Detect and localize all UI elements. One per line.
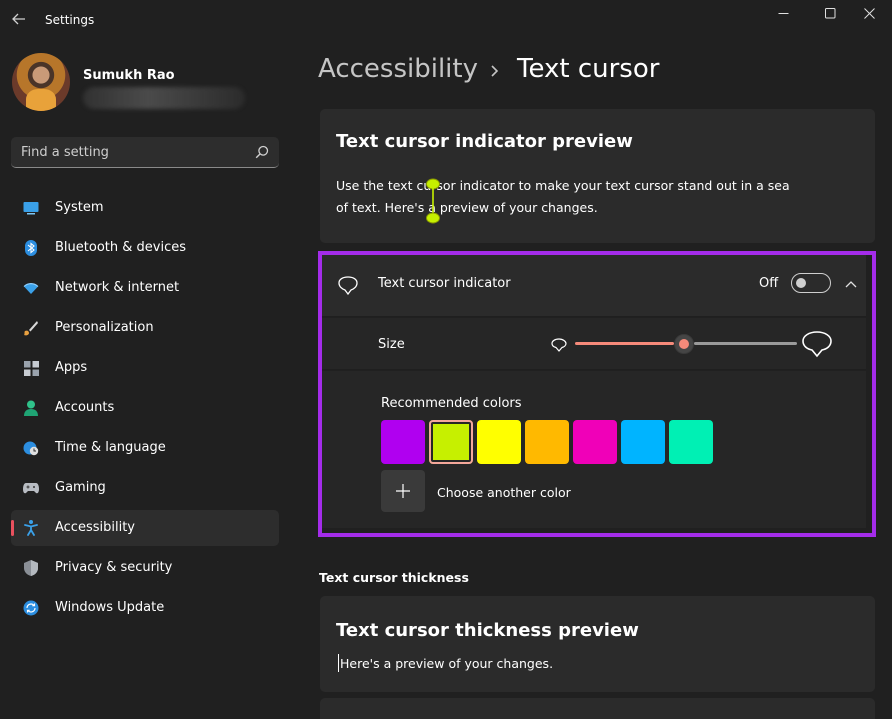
preview-title: Text cursor indicator preview — [336, 131, 633, 152]
search-icon[interactable] — [255, 145, 269, 159]
color-swatch[interactable] — [477, 420, 521, 464]
search-box[interactable] — [11, 137, 279, 168]
color-swatches — [381, 420, 717, 464]
sidebar-item-gaming[interactable]: Gaming — [11, 470, 279, 506]
cursor-indicator-preview-card: Text cursor indicator preview Use the te… — [320, 109, 875, 243]
slider-filled-track — [575, 342, 674, 345]
small-size-icon — [551, 338, 567, 352]
plus-icon — [396, 484, 410, 498]
sidebar-item-accounts[interactable]: Accounts — [11, 390, 279, 426]
wifi-icon — [23, 280, 39, 296]
sidebar-item-network-internet[interactable]: Network & internet — [11, 270, 279, 306]
text-caret — [338, 654, 339, 672]
apps-icon — [23, 360, 39, 376]
brush-icon — [23, 320, 39, 336]
size-label: Size — [378, 337, 405, 352]
user-profile[interactable]: Sumukh Rao — [12, 53, 282, 115]
search-input[interactable] — [21, 137, 241, 167]
color-swatch[interactable] — [621, 420, 665, 464]
thickness-preview-text: Here's a preview of your changes. — [340, 656, 554, 671]
sidebar-item-label: Bluetooth & devices — [55, 240, 186, 255]
indicator-toggle-switch[interactable] — [791, 273, 831, 293]
minimize-button[interactable] — [760, 0, 806, 26]
slider-track — [694, 342, 797, 345]
expander-chevron-button[interactable] — [842, 275, 860, 293]
redacted-email — [83, 87, 245, 109]
sidebar-item-privacy-security[interactable]: Privacy & security — [11, 550, 279, 586]
text-cursor-indicator-expander[interactable]: Text cursor indicator Off — [322, 255, 866, 317]
sidebar-item-label: Accessibility — [55, 520, 135, 535]
title-bar: Settings — [0, 0, 892, 40]
sidebar-item-label: Apps — [55, 360, 88, 375]
person-icon — [23, 400, 39, 416]
choose-another-color-label[interactable]: Choose another color — [437, 485, 571, 500]
page-title: Text cursor — [517, 54, 660, 84]
avatar — [12, 53, 70, 111]
globe-clock-icon — [23, 440, 39, 456]
close-icon — [863, 7, 875, 19]
slider-thumb[interactable] — [674, 334, 694, 354]
color-swatch[interactable] — [381, 420, 425, 464]
app-title: Settings — [45, 13, 95, 27]
sidebar-item-label: Network & internet — [55, 280, 180, 295]
sidebar-nav: System Bluetooth & devices Network & int… — [11, 190, 279, 630]
breadcrumb-parent-link[interactable]: Accessibility — [318, 54, 478, 84]
back-arrow-icon — [12, 13, 25, 25]
sidebar-item-label: Personalization — [55, 320, 154, 335]
color-swatch[interactable] — [669, 420, 713, 464]
sidebar-item-label: Windows Update — [55, 600, 165, 615]
minimize-icon — [778, 12, 788, 14]
sidebar-item-label: Accounts — [55, 400, 115, 415]
update-icon — [23, 600, 39, 616]
sidebar-item-windows-update[interactable]: Windows Update — [11, 590, 279, 626]
size-setting-row: Size — [322, 318, 866, 370]
user-name: Sumukh Rao — [83, 68, 175, 83]
thickness-preview-title: Text cursor thickness preview — [336, 620, 639, 641]
thickness-section-heading: Text cursor thickness — [319, 570, 469, 585]
chevron-right-icon — [491, 65, 499, 77]
color-swatch[interactable] — [573, 420, 617, 464]
recommended-colors-row: Recommended colors Choose another color — [322, 371, 866, 528]
sidebar-item-system[interactable]: System — [11, 190, 279, 226]
toggle-state-label: Off — [759, 276, 779, 291]
sidebar-item-label: System — [55, 200, 104, 215]
preview-text: Use the text cursor indicator to make yo… — [336, 178, 790, 215]
color-swatch[interactable] — [525, 420, 569, 464]
recommended-colors-label: Recommended colors — [381, 396, 522, 411]
shield-icon — [23, 560, 39, 576]
cursor-thickness-preview-card: Text cursor thickness preview Here's a p… — [320, 596, 875, 692]
cursor-indicator-icon — [338, 276, 358, 295]
accessibility-icon — [23, 520, 39, 536]
chevron-up-icon — [845, 281, 857, 288]
color-swatch[interactable] — [429, 420, 473, 464]
maximize-icon — [824, 7, 835, 18]
sidebar-item-label: Privacy & security — [55, 560, 173, 575]
sidebar-item-apps[interactable]: Apps — [11, 350, 279, 386]
indicator-label: Text cursor indicator — [378, 276, 511, 291]
sidebar-item-label: Gaming — [55, 480, 106, 495]
large-size-icon — [802, 331, 832, 358]
bluetooth-icon — [23, 240, 39, 256]
text-cursor-indicator-icon — [426, 178, 440, 224]
close-button[interactable] — [846, 0, 892, 26]
sidebar-item-time-language[interactable]: Time & language — [11, 430, 279, 466]
back-button[interactable] — [8, 8, 30, 30]
system-icon — [23, 200, 39, 216]
toggle-knob — [796, 278, 806, 288]
gamepad-icon — [23, 480, 39, 496]
size-slider[interactable] — [575, 334, 797, 354]
sidebar-item-bluetooth-devices[interactable]: Bluetooth & devices — [11, 230, 279, 266]
sidebar-item-accessibility[interactable]: Accessibility — [11, 510, 279, 546]
choose-another-color-button[interactable] — [381, 470, 425, 512]
sidebar-item-personalization[interactable]: Personalization — [11, 310, 279, 346]
sidebar-item-label: Time & language — [55, 440, 166, 455]
next-settings-card — [320, 698, 875, 719]
